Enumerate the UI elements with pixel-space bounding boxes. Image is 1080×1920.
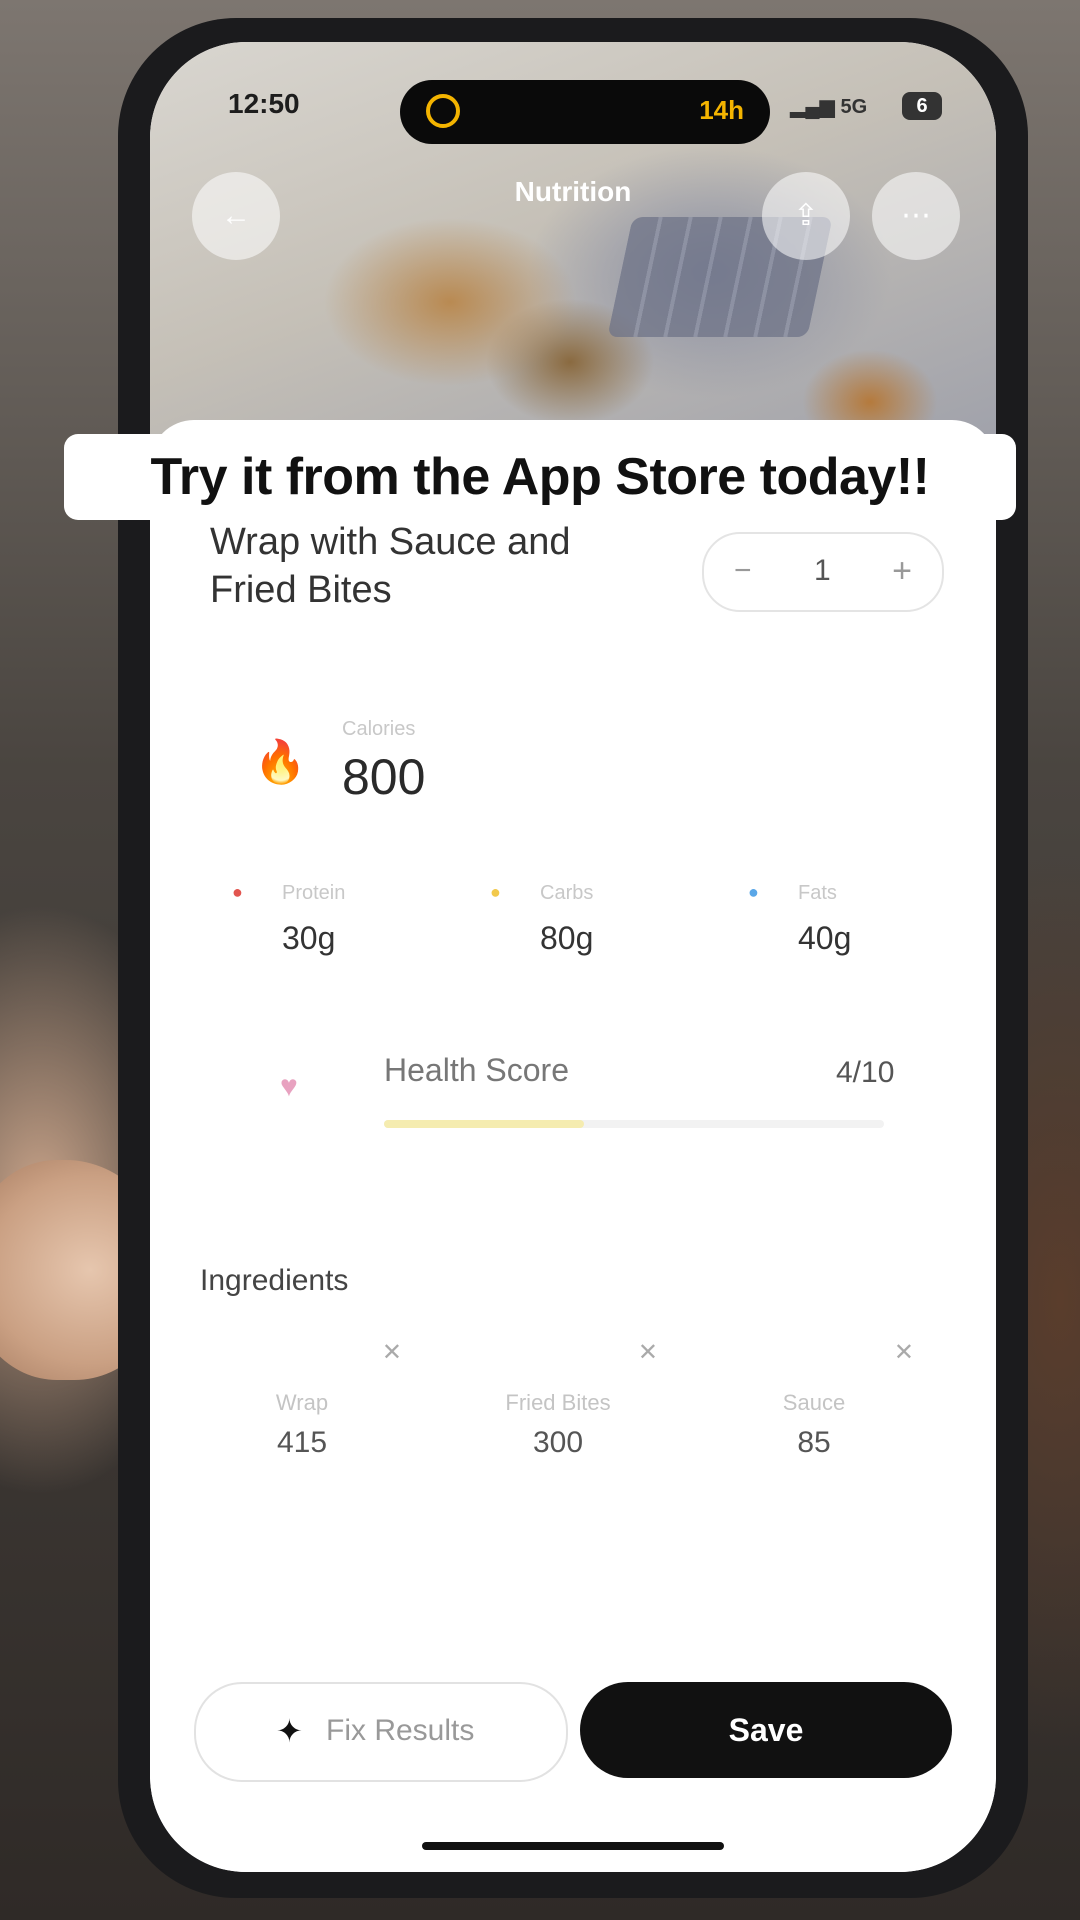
home-indicator[interactable] — [422, 1842, 724, 1850]
more-icon: ⋯ — [901, 199, 931, 232]
ingredient-calories: 300 — [532, 1426, 584, 1459]
signal-icon: ▂▄▆ 5G — [790, 96, 868, 118]
quantity-value: 1 — [814, 554, 831, 587]
ingredients-title: Ingredients — [200, 1264, 349, 1297]
status-bar: 12:50 14h ▂▄▆ 5G 6 — [150, 80, 996, 144]
ingredient-name: Sauce — [782, 1390, 846, 1415]
share-button[interactable]: ⇪ — [762, 172, 850, 260]
health-score-value: 4/10 — [836, 1056, 895, 1089]
timer-icon — [426, 94, 460, 128]
decrement-button[interactable]: − — [734, 554, 752, 588]
calories-label: Calories — [342, 718, 416, 740]
calories-value: 800 — [342, 749, 426, 805]
ingredient-name: Fried Bites — [505, 1390, 611, 1415]
heart-icon: ♥ — [280, 1070, 298, 1103]
quantity-stepper[interactable]: − 1 + — [702, 532, 944, 612]
macro-label: Carbs — [540, 882, 594, 904]
ingredient-calories: 415 — [276, 1426, 328, 1459]
status-time: 12:50 — [228, 88, 300, 119]
carbs-icon: ● — [490, 882, 501, 902]
dynamic-island: 14h — [400, 80, 770, 144]
fats-icon: ● — [748, 882, 759, 902]
network-type: 5G — [840, 96, 868, 118]
nutrition-sheet — [150, 420, 996, 1872]
island-timer: 14h — [699, 95, 744, 125]
macro-value: 30g — [282, 920, 336, 956]
ingredient-calories: 85 — [797, 1426, 831, 1459]
ingredient-name: Wrap — [275, 1390, 329, 1415]
share-icon: ⇪ — [793, 199, 819, 232]
fix-results-label: Fix Results — [326, 1714, 475, 1747]
health-score-label: Health Score — [384, 1052, 569, 1088]
increment-button[interactable]: + — [892, 552, 912, 591]
phone-screen: 12:50 14h ▂▄▆ 5G 6 ← Nutrition ⇪ ⋯ Wrap … — [150, 42, 996, 1872]
macro-value: 40g — [798, 920, 852, 956]
more-button[interactable]: ⋯ — [872, 172, 960, 260]
sparkle-icon: ✦ — [276, 1713, 303, 1749]
protein-icon: ● — [232, 882, 243, 902]
flame-icon: 🔥 — [254, 738, 307, 785]
video-caption: Try it from the App Store today!! — [64, 434, 1016, 520]
save-button[interactable]: Save — [580, 1682, 952, 1778]
food-name: Wrap with Sauce and Fried Bites — [210, 521, 571, 611]
battery-icon: 6 — [902, 92, 942, 120]
health-score-bar — [384, 1120, 884, 1128]
remove-ingredient-icon[interactable]: ✕ — [382, 1338, 402, 1367]
page-title: Nutrition — [514, 176, 632, 207]
health-score-fill — [384, 1120, 584, 1128]
remove-ingredient-icon[interactable]: ✕ — [894, 1338, 914, 1367]
macro-value: 80g — [540, 920, 594, 956]
fix-results-button[interactable]: ✦ Fix Results — [194, 1682, 568, 1782]
macro-label: Fats — [798, 882, 837, 904]
remove-ingredient-icon[interactable]: ✕ — [638, 1338, 658, 1367]
macro-label: Protein — [282, 882, 346, 904]
